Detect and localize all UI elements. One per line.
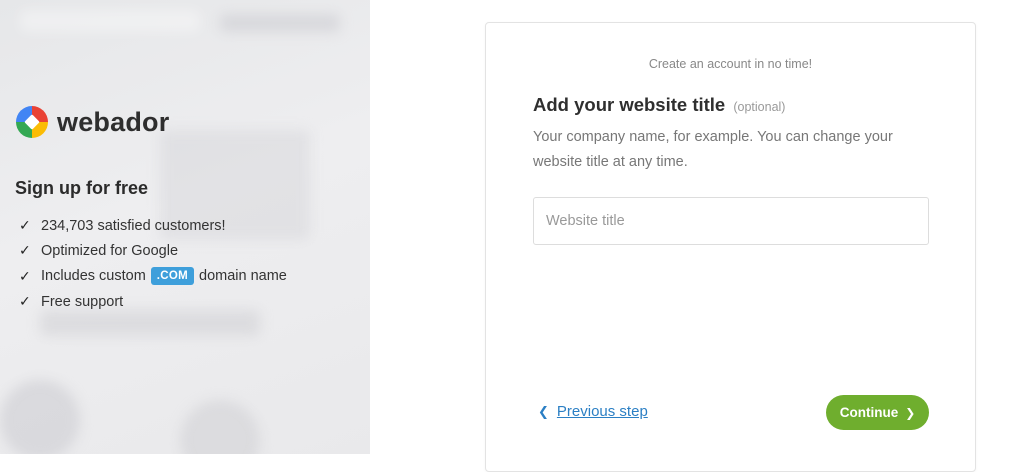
signup-card: Create an account in no time! Add your w… [485,22,976,472]
website-title-input[interactable] [533,197,929,245]
logo-text: webador [57,106,170,137]
chevron-left-icon: ❮ [538,403,549,419]
card-description: Your company name, for example. You can … [533,129,893,170]
continue-label: Continue [839,405,899,420]
check-icon: ✓ [19,242,31,259]
continue-button[interactable]: Continue ❯ [826,395,929,430]
feature-text: Free support [41,293,124,310]
feature-text: 234,703 satisfied customers! [41,217,226,234]
background-blur [220,14,340,32]
previous-step-link[interactable]: ❮ Previous step [538,403,648,420]
feature-text: domain name [199,268,287,285]
check-icon: ✓ [19,293,31,310]
optional-label: (optional) [733,100,786,114]
background-blur [20,10,200,32]
feature-item: ✓ Free support [19,289,287,314]
feature-text: Includes custom [41,268,146,285]
webador-logo-icon [16,106,48,138]
card-subtitle: Create an account in no time! [648,57,813,71]
check-icon: ✓ [19,267,31,284]
com-badge: .COM [150,267,195,286]
chevron-right-icon: ❯ [905,405,916,420]
feature-list: ✓ 234,703 satisfied customers! ✓ Optimiz… [19,213,287,314]
webador-logo: webador [14,104,169,140]
signup-title: Sign up for free [15,178,149,198]
check-icon: ✓ [19,217,31,234]
left-panel: webador Sign up for free ✓ 234,703 satis… [0,0,370,454]
feature-item: ✓ 234,703 satisfied customers! [19,213,287,238]
background-blur [180,400,260,454]
feature-item: ✓ Includes custom .COM domain name [19,264,287,289]
feature-text: Optimized for Google [41,242,179,259]
feature-item: ✓ Optimized for Google [19,238,287,263]
card-title-text: Add your website title [533,94,726,115]
previous-step-label: Previous step [556,403,648,420]
card-title: Add your website title (optional) [533,94,785,116]
background-blur [0,380,80,454]
